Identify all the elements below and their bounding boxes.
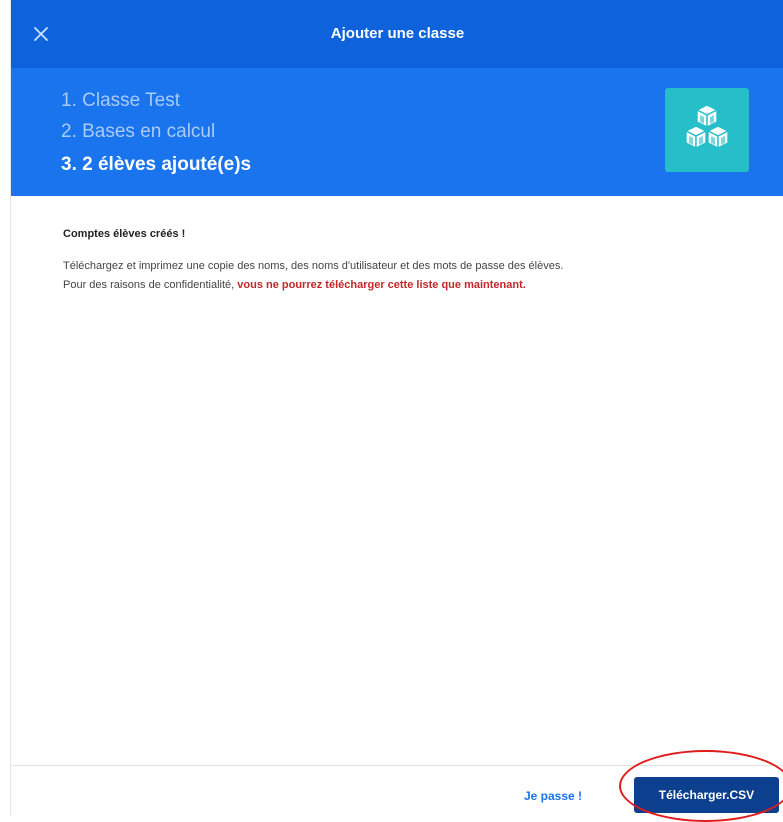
- dialog-header: Ajouter une classe: [11, 0, 783, 68]
- step-3-label: 3. 2 élèves ajouté(e)s: [61, 154, 252, 175]
- step-1-label: 1. Classe Test: [61, 90, 180, 111]
- cubes-icon: [665, 88, 749, 172]
- confidentiality-warning: vous ne pourrez télécharger cette liste …: [237, 279, 526, 291]
- footer-divider: [11, 765, 783, 766]
- instructions-line-1: Téléchargez et imprimez une copie des no…: [63, 260, 564, 272]
- download-csv-button[interactable]: Télécharger.CSV: [634, 777, 779, 813]
- step-2-label: 2. Bases en calcul: [61, 121, 216, 142]
- add-class-dialog: Ajouter une classe 1. Classe Test 2. Bas…: [10, 0, 783, 822]
- dialog-title: Ajouter une classe: [330, 25, 465, 42]
- accounts-created-heading: Comptes élèves créés !: [63, 228, 186, 240]
- steps-panel: 1. Classe Test 2. Bases en calcul 3. 2 é…: [11, 68, 783, 196]
- instructions-text: Téléchargez et imprimez une copie des no…: [63, 257, 773, 295]
- dialog-content: Comptes élèves créés ! Téléchargez et im…: [63, 228, 773, 295]
- skip-link[interactable]: Je passe !: [524, 789, 582, 803]
- instructions-line-2: Pour des raisons de confidentialité,: [63, 279, 238, 291]
